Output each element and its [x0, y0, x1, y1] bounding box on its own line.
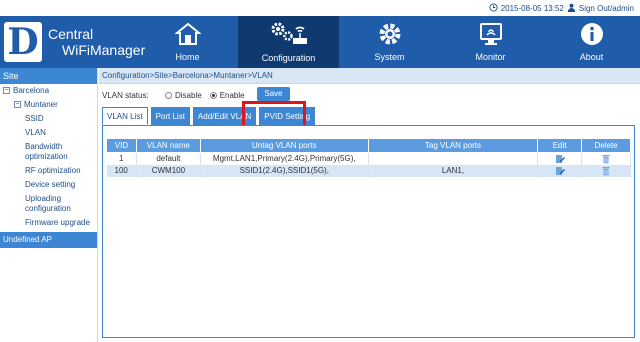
disable-radio[interactable]: Disable	[165, 91, 202, 100]
sidebar-item-barcelona[interactable]: − Barcelona	[0, 84, 97, 98]
configuration-icon	[269, 21, 309, 53]
column-header-edit: Edit	[537, 138, 583, 153]
nav-configuration-label: Configuration	[261, 53, 316, 63]
cell-edit	[537, 164, 583, 177]
breadcrumb: Configuration>Site>Barcelona>Muntaner>VL…	[102, 71, 273, 80]
disable-radio-label: Disable	[175, 90, 202, 100]
sign-out-link[interactable]: Sign Out/admin	[579, 4, 634, 13]
column-header-delete: Delete	[581, 138, 631, 153]
nav-home-label: Home	[175, 52, 200, 62]
main-nav: Home Configuration System Monitor About	[137, 16, 640, 68]
save-button[interactable]: Save	[257, 87, 290, 101]
vlan-table: VID VLAN name Untag VLAN ports Tag VLAN …	[106, 138, 631, 177]
radio-unchecked-icon	[165, 91, 172, 99]
header-bar: D Central WiFiManager Home Configuration…	[0, 16, 640, 68]
trash-icon[interactable]	[601, 166, 611, 175]
cell-delete	[581, 152, 631, 165]
radio-checked-icon	[209, 91, 217, 99]
edit-icon[interactable]	[555, 154, 565, 163]
table-row: 1 default Mgmt,LAN1,Primary(2.4G),Primar…	[106, 152, 631, 165]
edit-icon[interactable]	[555, 166, 565, 175]
monitor-icon	[478, 22, 504, 52]
column-header-tag-ports: Tag VLAN ports	[367, 138, 539, 153]
logo-letter: D	[4, 22, 42, 62]
nav-system-label: System	[374, 52, 405, 62]
top-info: 2015-08-05 13:52 Sign Out/admin	[489, 3, 634, 14]
column-header-untag-ports: Untag VLAN ports	[199, 138, 369, 153]
sidebar-item-ssid[interactable]: SSID	[0, 112, 97, 126]
system-gear-icon	[378, 22, 402, 52]
cell-vlan-name: CWM100	[136, 164, 201, 177]
sidebar-item-label: Muntaner	[24, 100, 58, 109]
sidebar-item-rf-optimization[interactable]: RF optimization	[0, 164, 97, 178]
breadcrumb-bar: Configuration>Site>Barcelona>Muntaner>VL…	[99, 68, 640, 84]
nav-configuration[interactable]: Configuration	[238, 16, 339, 68]
logo-text: Central WiFiManager	[48, 26, 145, 58]
logo-line1: Central	[48, 26, 94, 42]
sidebar-item-device-setting[interactable]: Device setting	[0, 178, 97, 192]
table-row: 100 CWM100 SSID1(2.4G),SSID1(5G), LAN1,	[106, 164, 631, 177]
collapse-icon[interactable]: −	[3, 87, 10, 95]
nav-system[interactable]: System	[339, 16, 440, 68]
cell-untag-ports: Mgmt,LAN1,Primary(2.4G),Primary(5G),	[200, 152, 369, 165]
cell-tag-ports	[368, 152, 539, 165]
sidebar-item-bandwidth-optimization[interactable]: Bandwidth optimization	[0, 140, 97, 164]
sidebar-item-label: Barcelona	[13, 86, 50, 95]
column-header-vlan-name: VLAN name	[135, 138, 201, 153]
pvid-setting-highlight	[242, 101, 306, 128]
cell-vlan-name: default	[136, 152, 201, 165]
cell-vid: 1	[106, 152, 137, 165]
cell-untag-ports: SSID1(2.4G),SSID1(5G),	[200, 164, 369, 177]
nav-about[interactable]: About	[541, 16, 640, 68]
nav-monitor[interactable]: Monitor	[440, 16, 541, 68]
sidebar-site-header: Site	[0, 68, 97, 84]
user-icon	[567, 3, 576, 14]
nav-home[interactable]: Home	[137, 16, 238, 68]
column-header-vid: VID	[106, 138, 137, 153]
nav-about-label: About	[579, 52, 604, 62]
enable-radio[interactable]: Enable	[209, 90, 245, 100]
logo-line2: WiFiManager	[62, 42, 146, 58]
brand-logo: D Central WiFiManager	[4, 20, 145, 64]
collapse-icon[interactable]: −	[14, 101, 21, 109]
vlan-status-label: VLAN status:	[102, 90, 149, 100]
tab-vlan-list[interactable]: VLAN List	[102, 107, 148, 125]
datetime: 2015-08-05 13:52	[500, 4, 564, 13]
nav-monitor-label: Monitor	[475, 52, 506, 62]
info-icon	[580, 22, 604, 52]
sidebar: Site − Barcelona − Muntaner SSID VLAN Band…	[0, 68, 98, 342]
tab-port-list[interactable]: Port List	[150, 107, 190, 125]
sidebar-item-muntaner[interactable]: − Muntaner	[0, 98, 97, 112]
home-icon	[173, 22, 202, 52]
cell-edit	[537, 152, 583, 165]
clock-icon	[489, 3, 498, 14]
cell-vid: 100	[106, 164, 137, 177]
sidebar-item-firmware-upgrade[interactable]: Firmware upgrade	[0, 216, 97, 230]
vlan-status-row: VLAN status: Disable Enable	[102, 88, 253, 102]
sidebar-item-uploading-configuration[interactable]: Uploading configuration	[0, 192, 97, 216]
cell-delete	[581, 164, 631, 177]
sidebar-item-undefined-ap[interactable]: Undefined AP	[0, 232, 97, 248]
enable-radio-label: Enable	[219, 90, 245, 100]
trash-icon[interactable]	[601, 154, 611, 164]
sidebar-item-vlan[interactable]: VLAN	[0, 126, 97, 140]
cell-tag-ports: LAN1,	[368, 164, 539, 177]
table-header-row: VID VLAN name Untag VLAN ports Tag VLAN …	[106, 138, 631, 153]
top-strip: 2015-08-05 13:52 Sign Out/admin	[0, 0, 640, 16]
